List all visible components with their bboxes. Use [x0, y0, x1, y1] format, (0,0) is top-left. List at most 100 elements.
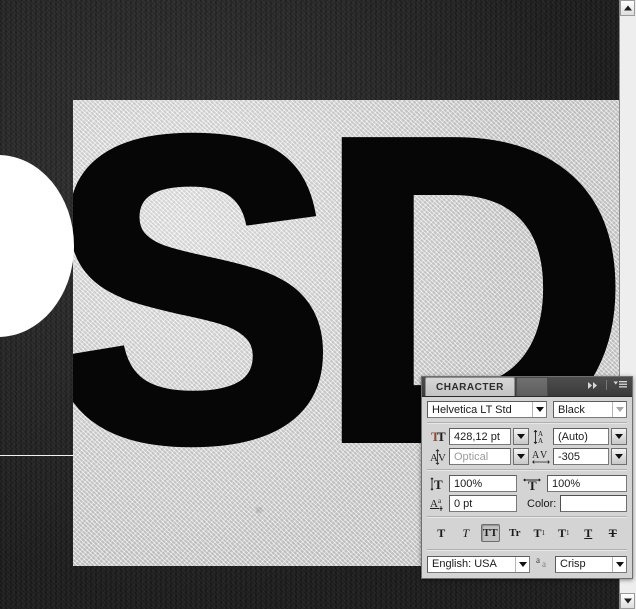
panel-body: Helvetica LT Std Black T T 428,12 pt A A… — [422, 397, 632, 578]
scroll-up-arrow-icon — [623, 5, 632, 11]
character-panel[interactable]: CHARACTER Helvetica LT Std Black T T 428… — [421, 376, 633, 579]
tab-character-label: CHARACTER — [436, 381, 504, 393]
language-input[interactable]: English: USA — [427, 555, 530, 573]
panel-titlebar[interactable]: CHARACTER — [422, 377, 632, 397]
tab-character[interactable]: CHARACTER — [425, 377, 515, 396]
leading-icon: A A — [529, 429, 553, 445]
horizontal-scale-value: 100% — [552, 477, 581, 490]
kerning-tracking-row: A V Optical A V -305 — [427, 448, 627, 465]
double-chevron-right-icon[interactable] — [587, 381, 601, 393]
font-style-dropdown-button[interactable] — [612, 402, 626, 417]
svg-text:V: V — [438, 452, 446, 464]
canvas-glyph-s-text: S — [73, 100, 340, 530]
divider — [427, 549, 627, 551]
vertical-scale-value: 100% — [454, 477, 483, 490]
style-button-strip: T T TT Tr T1 T1 T T — [427, 522, 627, 545]
chevron-down-icon — [615, 407, 624, 412]
horizontal-scale-icon: T — [517, 476, 547, 492]
subscript-button[interactable]: T1 — [554, 524, 573, 542]
underline-glyph: T — [584, 525, 593, 540]
tracking-input[interactable]: -305 — [553, 448, 609, 465]
tab-placeholder[interactable] — [515, 377, 548, 396]
leading-value: (Auto) — [558, 430, 588, 443]
strikethrough-glyph: T — [608, 525, 617, 540]
small-caps-button[interactable]: Tr — [505, 524, 524, 542]
vertical-scale-icon: T — [427, 476, 449, 492]
font-size-dropdown-button[interactable] — [513, 428, 529, 445]
chevron-down-icon — [517, 434, 525, 439]
font-style-value: Black — [558, 403, 585, 416]
svg-text:a: a — [536, 555, 540, 565]
strikethrough-button[interactable]: T — [603, 524, 622, 542]
leading-dropdown-button[interactable] — [611, 428, 627, 445]
subscript-marker: 1 — [566, 529, 570, 537]
superscript-marker: 1 — [541, 529, 546, 537]
baseline-color-row: A a 0 pt Color: — [427, 495, 627, 512]
divider — [427, 469, 627, 471]
divider — [427, 516, 627, 518]
small-caps-glyph: Tr — [509, 527, 521, 539]
faux-bold-glyph: T — [437, 525, 446, 540]
font-family-dropdown-button[interactable] — [532, 402, 546, 417]
font-size-value: 428,12 pt — [454, 430, 500, 443]
chevron-down-icon — [518, 561, 527, 567]
superscript-button[interactable]: T1 — [530, 524, 549, 542]
tracking-dropdown-button[interactable] — [611, 448, 627, 465]
tracking-icon: A V — [529, 449, 553, 465]
divider — [427, 422, 627, 424]
chevron-down-icon — [535, 407, 544, 412]
size-leading-row: T T 428,12 pt A A (Auto) — [427, 428, 627, 445]
scroll-up-button[interactable] — [620, 0, 635, 16]
all-caps-button[interactable]: TT — [480, 524, 500, 542]
superscript-glyph: T — [533, 525, 542, 540]
baseline-shift-input[interactable]: 0 pt — [449, 495, 517, 512]
kerning-value: Optical — [454, 450, 489, 463]
faux-italic-glyph: T — [462, 525, 470, 540]
anti-aliasing-dropdown-button[interactable] — [612, 556, 626, 572]
faux-italic-button[interactable]: T — [456, 524, 475, 542]
font-family-value: Helvetica LT Std — [432, 403, 512, 416]
scroll-down-button[interactable] — [620, 593, 635, 609]
panel-titlebar-controls — [587, 380, 632, 396]
language-aa-row: English: USA a a Crisp — [427, 555, 627, 573]
guide-line — [0, 455, 74, 456]
subscript-glyph: T — [557, 525, 566, 540]
svg-text:V: V — [540, 450, 548, 461]
canvas-glyph-s: S — [73, 100, 348, 530]
all-caps-glyph: TT — [482, 527, 498, 539]
color-label: Color: — [527, 497, 557, 510]
kerning-icon: A V — [427, 448, 449, 465]
leading-input[interactable]: (Auto) — [553, 428, 609, 445]
anti-alias-icon: a a — [536, 555, 552, 573]
faux-bold-button[interactable]: T — [432, 524, 451, 542]
svg-text:a: a — [542, 559, 546, 569]
panel-menu-icon[interactable] — [613, 380, 627, 393]
horizontal-scale-input[interactable]: 100% — [547, 475, 627, 492]
svg-text:A: A — [532, 450, 540, 461]
anti-aliasing-value: Crisp — [560, 558, 586, 570]
font-size-input[interactable]: 428,12 pt — [449, 428, 511, 445]
scale-row: T 100% T 100% — [427, 475, 627, 492]
font-style-input[interactable]: Black — [553, 401, 627, 418]
svg-text:T: T — [434, 477, 443, 492]
kerning-input[interactable]: Optical — [449, 448, 511, 465]
chevron-down-icon — [615, 454, 623, 459]
svg-text:A: A — [538, 437, 543, 445]
language-dropdown-button[interactable] — [515, 556, 529, 572]
scroll-down-arrow-icon — [623, 598, 632, 604]
svg-text:a: a — [438, 497, 442, 505]
tracking-value: -305 — [558, 450, 581, 463]
text-color-swatch[interactable] — [560, 495, 627, 512]
application-window: S D CHARACTER Helvetica LT Std Black T T… — [0, 0, 636, 609]
language-value: English: USA — [432, 558, 497, 570]
vertical-scale-input[interactable]: 100% — [449, 475, 517, 492]
kerning-dropdown-button[interactable] — [513, 448, 529, 465]
font-family-input[interactable]: Helvetica LT Std — [427, 401, 547, 418]
chevron-down-icon — [615, 561, 624, 567]
anti-aliasing-input[interactable]: Crisp — [555, 555, 627, 573]
font-size-icon: T T — [427, 429, 449, 445]
chevron-down-icon — [615, 434, 623, 439]
baseline-shift-icon: A a — [427, 496, 449, 512]
font-row: Helvetica LT Std Black — [427, 401, 627, 418]
underline-button[interactable]: T — [579, 524, 598, 542]
